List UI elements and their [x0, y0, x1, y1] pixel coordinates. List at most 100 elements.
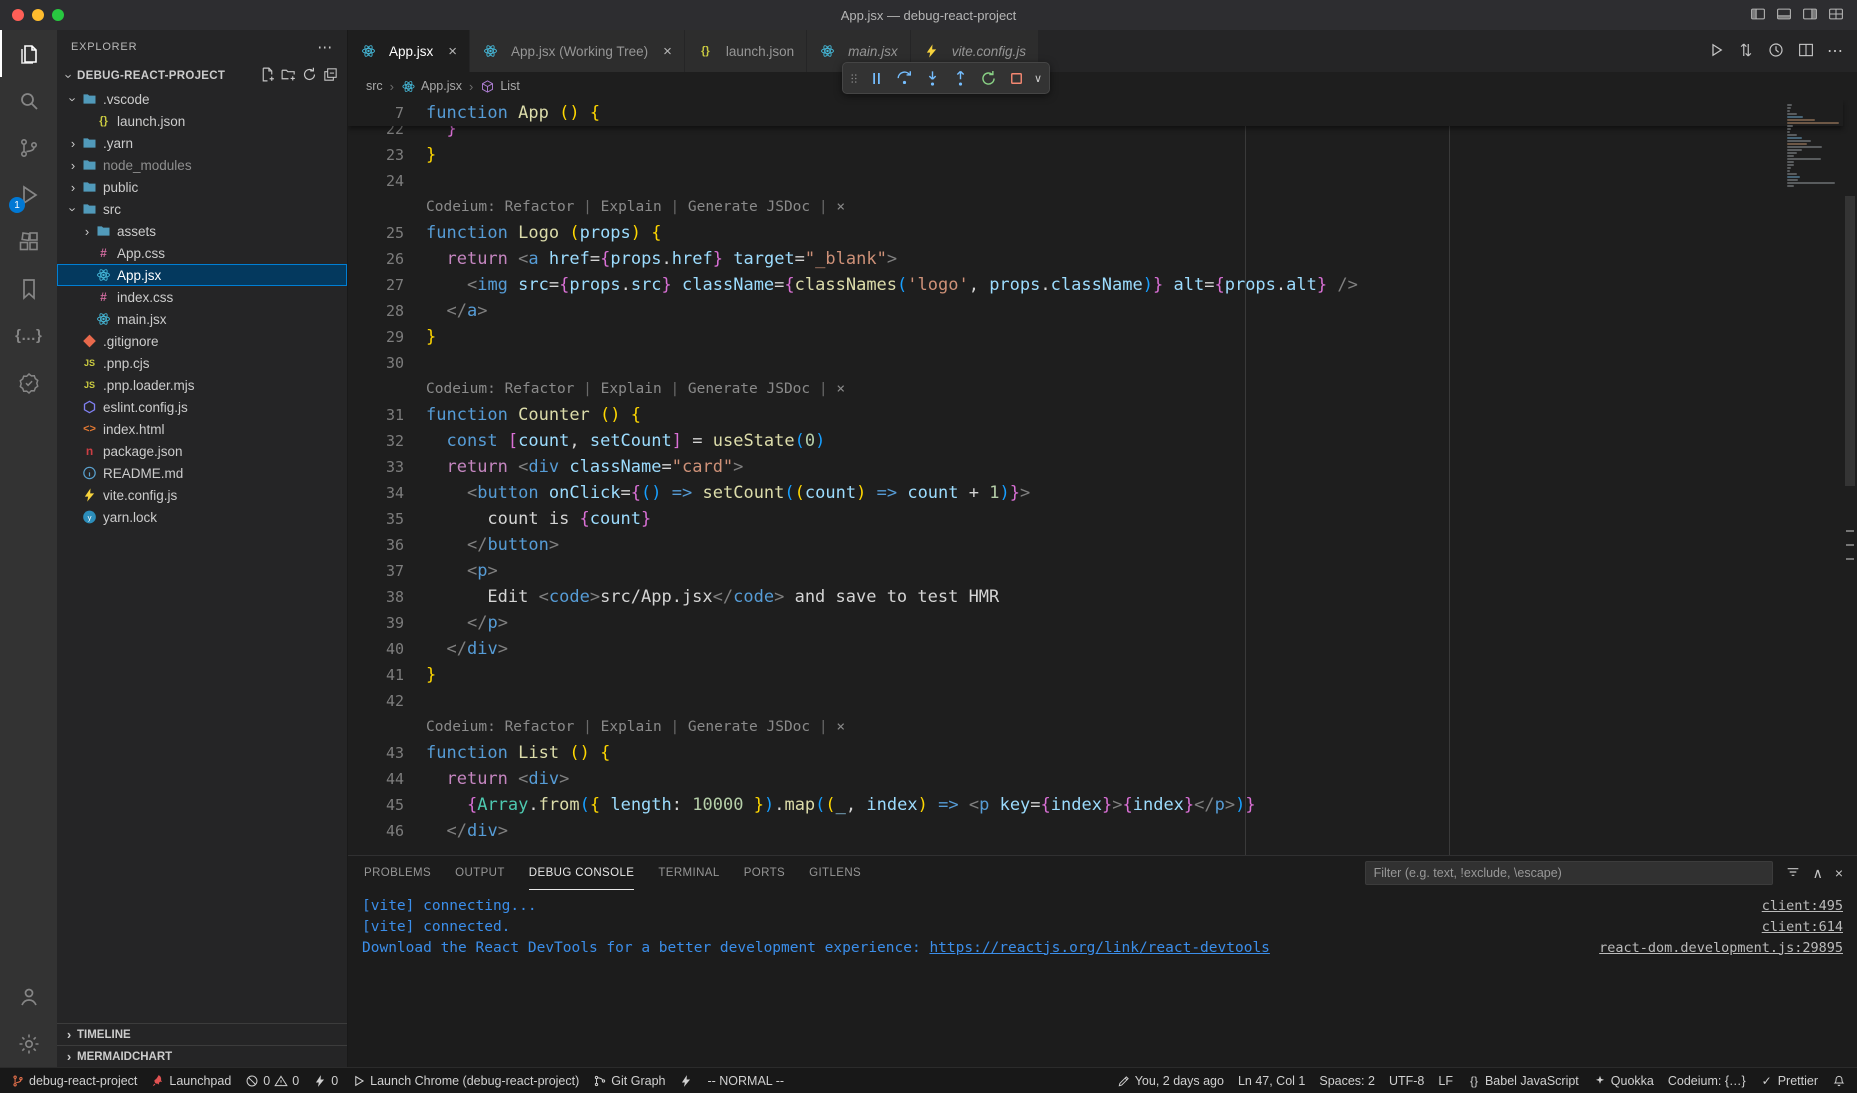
- status-language-mode[interactable]: {}Babel JavaScript: [1460, 1068, 1586, 1093]
- activity-settings[interactable]: [0, 1020, 57, 1067]
- step-over-button[interactable]: [891, 65, 917, 91]
- console-filter-input[interactable]: [1365, 861, 1773, 885]
- codelens-action[interactable]: Codeium: Refactor: [426, 719, 574, 735]
- tree-item-src[interactable]: ›src: [57, 198, 347, 220]
- customize-layout-button[interactable]: [1827, 5, 1845, 26]
- scrollbar-thumb[interactable]: [1845, 196, 1855, 486]
- more-button[interactable]: ∨: [1031, 65, 1045, 91]
- close-tab-icon[interactable]: ×: [448, 43, 457, 60]
- status-vim-mode[interactable]: -- NORMAL --: [700, 1068, 791, 1093]
- activity-run-and-debug[interactable]: 1: [0, 171, 57, 218]
- code-text[interactable]: const [count, setCount] = useState(0): [404, 428, 825, 454]
- code-text[interactable]: <p>: [404, 558, 498, 584]
- status-feedback[interactable]: 0: [306, 1068, 345, 1093]
- status-git-graph[interactable]: Git Graph: [586, 1068, 672, 1093]
- timeline-button[interactable]: [1767, 41, 1785, 62]
- toggle-secondary-sidebar-button[interactable]: [1801, 5, 1819, 26]
- status-blame[interactable]: You, 2 days ago: [1110, 1068, 1231, 1093]
- activity-source-control[interactable]: [0, 124, 57, 171]
- codelens-dismiss[interactable]: ×: [836, 381, 845, 397]
- explorer-more-actions-icon[interactable]: ⋯: [317, 38, 333, 56]
- status-eol[interactable]: LF: [1431, 1068, 1460, 1093]
- new-folder-button[interactable]: [280, 66, 297, 86]
- tree-item-vscode[interactable]: ›.vscode: [57, 88, 347, 110]
- console-source-link[interactable]: react-dom.development.js:29895: [1599, 940, 1843, 956]
- tree-item-yarn[interactable]: ›.yarn: [57, 132, 347, 154]
- maximize-panel-button[interactable]: ∧: [1813, 865, 1823, 882]
- status-thunder[interactable]: [672, 1068, 700, 1093]
- activity-accounts[interactable]: [0, 973, 57, 1020]
- codelens-action[interactable]: Generate JSDoc: [688, 381, 810, 397]
- pause-button[interactable]: [863, 65, 889, 91]
- status-project[interactable]: debug-react-project: [4, 1068, 144, 1093]
- status-launch-chrome[interactable]: Launch Chrome (debug-react-project): [345, 1068, 586, 1093]
- output-actions-button[interactable]: [1785, 864, 1801, 883]
- open-changes-button[interactable]: [1737, 41, 1755, 62]
- panel-tab-output[interactable]: OUTPUT: [455, 856, 505, 890]
- code-text[interactable]: }: [404, 324, 436, 350]
- tree-item-index-html[interactable]: ›<>index.html: [57, 418, 347, 440]
- status-notifications[interactable]: [1825, 1068, 1853, 1093]
- split-editor-button[interactable]: [1797, 41, 1815, 62]
- editor-scrollbar[interactable]: [1843, 100, 1857, 855]
- code-text[interactable]: <button onClick={() => setCount((count) …: [404, 480, 1030, 506]
- step-into-button[interactable]: [919, 65, 945, 91]
- code-text[interactable]: </a>: [404, 298, 487, 324]
- tree-item-yarn-lock[interactable]: ›yyarn.lock: [57, 506, 347, 528]
- code-text[interactable]: </p>: [404, 610, 508, 636]
- minimize-window-button[interactable]: [32, 9, 44, 21]
- status-codeium-status[interactable]: Codeium: {…}: [1661, 1068, 1753, 1093]
- status-prettier[interactable]: ✓Prettier: [1753, 1068, 1825, 1093]
- activity-search[interactable]: [0, 77, 57, 124]
- panel-tab-problems[interactable]: PROBLEMS: [364, 856, 431, 890]
- code-editor[interactable]: 22 }23}24Codeium: Refactor | Explain | G…: [348, 100, 1857, 855]
- code-text[interactable]: function Counter () {: [404, 402, 641, 428]
- tree-item-node-modules[interactable]: ›node_modules: [57, 154, 347, 176]
- codelens-action[interactable]: Generate JSDoc: [688, 719, 810, 735]
- sidebar-section-mermaidchart[interactable]: ›MERMAIDCHART: [57, 1045, 347, 1067]
- new-file-button[interactable]: [259, 66, 276, 86]
- status-problems[interactable]: 00: [238, 1068, 306, 1093]
- tab-app-jsx-working-tree[interactable]: App.jsx (Working Tree)×: [470, 30, 685, 72]
- codelens-dismiss[interactable]: ×: [836, 199, 845, 215]
- codelens-action[interactable]: Codeium: Refactor: [426, 199, 574, 215]
- close-tab-icon[interactable]: ×: [663, 43, 672, 60]
- breadcrumb-item-list[interactable]: List: [480, 79, 519, 94]
- tree-item-eslint-config-js[interactable]: ›eslint.config.js: [57, 396, 347, 418]
- codelens-action[interactable]: Codeium: Refactor: [426, 381, 574, 397]
- activity-extensions[interactable]: [0, 218, 57, 265]
- tree-item-public[interactable]: ›public: [57, 176, 347, 198]
- breadcrumb-item-app-jsx[interactable]: App.jsx: [401, 79, 462, 94]
- restart-button[interactable]: [975, 65, 1001, 91]
- tree-item-main-jsx[interactable]: ›main.jsx: [57, 308, 347, 330]
- status-launchpad[interactable]: Launchpad: [144, 1068, 238, 1093]
- codelens-dismiss[interactable]: ×: [836, 719, 845, 735]
- code-text[interactable]: <img src={props.src} className={classNam…: [404, 272, 1358, 298]
- tree-item-pnp-loader-mjs[interactable]: ›JS.pnp.loader.mjs: [57, 374, 347, 396]
- minimap[interactable]: [1785, 100, 1843, 230]
- code-text[interactable]: }: [404, 662, 436, 688]
- more-actions-button[interactable]: ⋯: [1827, 41, 1843, 61]
- codelens-action[interactable]: Explain: [601, 199, 662, 215]
- activity-explorer[interactable]: [0, 30, 57, 77]
- close-panel-button[interactable]: ×: [1835, 865, 1843, 881]
- code-text[interactable]: function List () {: [404, 740, 610, 766]
- activity-bookmarks[interactable]: [0, 265, 57, 312]
- code-text[interactable]: return <a href={props.href} target="_bla…: [404, 246, 897, 272]
- tree-item-assets[interactable]: ›assets: [57, 220, 347, 242]
- stop-button[interactable]: [1003, 65, 1029, 91]
- tab-app-jsx[interactable]: App.jsx×: [348, 30, 470, 72]
- code-text[interactable]: function Logo (props) {: [404, 220, 662, 246]
- code-text[interactable]: return <div>: [404, 766, 569, 792]
- panel-tab-ports[interactable]: PORTS: [744, 856, 785, 890]
- tree-item-pnp-cjs[interactable]: ›JS.pnp.cjs: [57, 352, 347, 374]
- tree-item-package-json[interactable]: ›npackage.json: [57, 440, 347, 462]
- code-text[interactable]: }: [404, 142, 436, 168]
- status-indentation[interactable]: Spaces: 2: [1312, 1068, 1382, 1093]
- status-quokka[interactable]: Quokka: [1586, 1068, 1661, 1093]
- close-window-button[interactable]: [12, 9, 24, 21]
- zoom-window-button[interactable]: [52, 9, 64, 21]
- sidebar-section-timeline[interactable]: ›TIMELINE: [57, 1023, 347, 1045]
- tree-item-app-jsx[interactable]: ›App.jsx: [57, 264, 347, 286]
- refresh-explorer-button[interactable]: [301, 66, 318, 86]
